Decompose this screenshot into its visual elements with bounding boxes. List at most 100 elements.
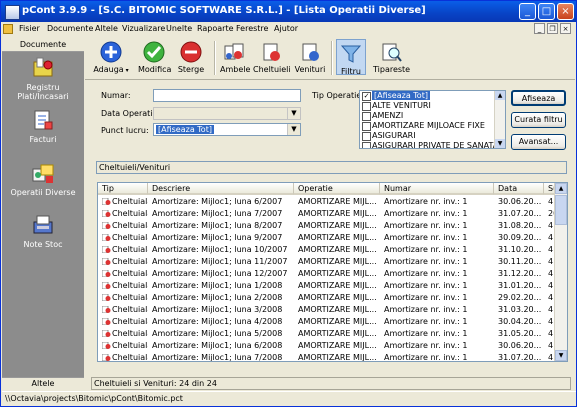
date-select[interactable]: ▼ [153, 107, 301, 120]
clear-filter-button[interactable]: Curata filtru [511, 112, 566, 128]
table-cell-text: 4 [548, 257, 554, 266]
both-button[interactable]: Ambele [220, 38, 250, 74]
checkbox[interactable] [362, 132, 371, 141]
table-cell: Cheltuiala [102, 292, 148, 304]
menu-ferestre[interactable]: Ferestre [236, 24, 268, 33]
menu-documente[interactable]: Documente [47, 24, 93, 33]
checkbox[interactable]: ✓ [362, 92, 371, 101]
table-cell-text: AMORTIZARE MIJL... [298, 221, 377, 230]
add-button[interactable]: Adauga ▾ [93, 38, 129, 74]
advanced-button[interactable]: Avansat... [511, 134, 566, 150]
table-cell: AMORTIZARE MIJL... [298, 208, 380, 220]
sidebar-item-operatii-diverse[interactable]: Operatii Diverse [2, 161, 84, 197]
title-bar[interactable]: pCont 3.9.9 - [S.C. BITOMIC SOFTWARE S.R… [1, 1, 576, 22]
sidebar-item-note-stoc[interactable]: Note Stoc [2, 213, 84, 249]
checkmark-icon [143, 41, 165, 63]
list-item[interactable]: ALTE VENITURI [360, 101, 505, 111]
table-row[interactable]: Cheltuiala Amortizare: Mijloc1; luna 1/20… [98, 280, 557, 292]
checkbox[interactable] [362, 122, 371, 131]
list-item-label: ASIGURARI PRIVATE DE SANATA [372, 141, 499, 149]
table-cell-text: 31.08.20... [498, 221, 542, 230]
checkbox[interactable] [362, 142, 371, 148]
table-row[interactable]: Cheltuiala Amortizare: Mijloc1; luna 9/20… [98, 232, 557, 244]
table-cell-text: Amortizare nr. inv.: 1 [384, 293, 468, 302]
menu-vizualizare[interactable]: Vizualizare [122, 24, 165, 33]
menu-fisier[interactable]: Fisier [19, 24, 40, 33]
menu-unelte[interactable]: Unelte [166, 24, 192, 33]
table-row[interactable]: Cheltuiala Amortizare: Mijloc1; luna 3/20… [98, 304, 557, 316]
expenses-button[interactable]: Cheltuieli [253, 38, 291, 74]
checkbox[interactable] [362, 112, 371, 121]
chevron-down-icon[interactable]: ▼ [287, 108, 300, 119]
list-item[interactable]: ASIGURARI [360, 131, 505, 141]
list-item[interactable]: AMENZI [360, 111, 505, 121]
sidebar-item-registru[interactable]: Registru Plati/Incasari [2, 56, 84, 101]
column-header-operatie[interactable]: Operatie [294, 183, 380, 195]
list-item[interactable]: ✓ [Afiseaza Tot] [360, 91, 505, 101]
table-row[interactable]: Cheltuiala Amortizare: Mijloc1; luna 5/20… [98, 328, 557, 340]
menu-rapoarte[interactable]: Rapoarte [197, 24, 234, 33]
scroll-down-icon[interactable]: ▼ [495, 139, 505, 148]
table-cell: AMORTIZARE MIJL... [298, 244, 380, 256]
mdi-restore-button[interactable]: ❐ [547, 23, 558, 34]
income-button[interactable]: Venituri [293, 38, 327, 74]
table-cell-text: 30.06.20... [498, 341, 542, 350]
scroll-up-icon[interactable]: ▲ [555, 183, 567, 194]
table-cell: 31.12.20... [498, 268, 544, 280]
scroll-up-icon[interactable]: ▲ [495, 91, 505, 100]
mdi-close-button[interactable]: × [560, 23, 571, 34]
table-row[interactable]: Cheltuiala Amortizare: Mijloc1; luna 6/20… [98, 196, 557, 208]
column-header-numar[interactable]: Numar [380, 183, 494, 195]
table-row[interactable]: Cheltuiala Amortizare: Mijloc1; luna 2/20… [98, 292, 557, 304]
minimize-button[interactable]: _ [519, 3, 536, 20]
checkbox[interactable] [362, 102, 371, 111]
table-row[interactable]: Cheltuiala Amortizare: Mijloc1; luna 4/20… [98, 316, 557, 328]
table-cell-text: Amortizare: Mijloc1; luna 6/2007 [152, 197, 283, 206]
delete-button[interactable]: Sterge [176, 38, 206, 74]
table-row[interactable]: Cheltuiala Amortizare: Mijloc1; luna 6/20… [98, 340, 557, 352]
scroll-thumb[interactable] [555, 195, 567, 225]
list-item[interactable]: ASIGURARI PRIVATE DE SANATA [360, 141, 505, 149]
number-input[interactable] [153, 89, 301, 102]
chevron-down-icon[interactable]: ▼ [287, 124, 300, 135]
table-cell-text: Amortizare: Mijloc1; luna 8/2007 [152, 221, 283, 230]
column-header-tip[interactable]: Tip [98, 183, 148, 195]
table-cell-text: Amortizare nr. inv.: 1 [384, 245, 468, 254]
menu-ajutor[interactable]: Ajutor [274, 24, 298, 33]
scroll-down-icon[interactable]: ▼ [555, 350, 567, 361]
sidebar-footer[interactable]: Altele [2, 377, 84, 390]
status-bar: \\Octavia\projects\Bitomic\pCont\Bitomic… [2, 391, 576, 406]
sidebar-header[interactable]: Documente [2, 38, 84, 52]
register-icon [33, 57, 53, 77]
table-row[interactable]: Cheltuiala Amortizare: Mijloc1; luna 8/20… [98, 220, 557, 232]
list-scrollbar[interactable]: ▲ ▼ [494, 91, 505, 148]
mdi-minimize-button[interactable]: _ [534, 23, 545, 34]
modify-button-label: Modifica [138, 65, 172, 74]
table-row[interactable]: Cheltuiala Amortizare: Mijloc1; luna 11/2… [98, 256, 557, 268]
sidebar-item-facturi[interactable]: Facturi [2, 108, 84, 144]
modify-button[interactable]: Modifica [138, 38, 172, 74]
app-icon [5, 5, 20, 20]
column-header-descriere[interactable]: Descriere [148, 183, 294, 195]
table-row[interactable]: Cheltuiala Amortizare: Mijloc1; luna 7/20… [98, 208, 557, 220]
table-row[interactable]: Cheltuiala Amortizare: Mijloc1; luna 10/2… [98, 244, 557, 256]
table-cell: AMORTIZARE MIJL... [298, 220, 380, 232]
show-button[interactable]: Afiseaza [511, 90, 566, 106]
type-list[interactable]: ✓ [Afiseaza Tot] ALTE VENITURI AMENZI AMO… [359, 90, 506, 149]
table-row[interactable]: Cheltuiala Amortizare: Mijloc1; luna 12/2… [98, 268, 557, 280]
table-row[interactable]: Cheltuiala Amortizare: Mijloc1; luna 7/20… [98, 352, 557, 361]
list-item[interactable]: AMORTIZARE MIJLOACE FIXE [360, 121, 505, 131]
menu-altele[interactable]: Altele [95, 24, 118, 33]
document-icon[interactable] [3, 24, 13, 34]
table-cell: AMORTIZARE MIJL... [298, 352, 380, 361]
add-icon [100, 41, 122, 63]
stock-note-icon [33, 215, 53, 234]
column-header-data[interactable]: Data [494, 183, 544, 195]
table-scrollbar[interactable]: ▲ ▼ [554, 183, 567, 361]
maximize-button[interactable]: □ [538, 3, 555, 20]
point-select[interactable]: [Afiseaza Tot] ▼ [153, 123, 301, 136]
print-button[interactable]: Tipareste [373, 38, 410, 74]
close-button[interactable]: × [557, 3, 574, 20]
filter-button[interactable]: Filtru [336, 39, 366, 76]
dropdown-arrow-icon[interactable]: ▾ [124, 67, 129, 74]
